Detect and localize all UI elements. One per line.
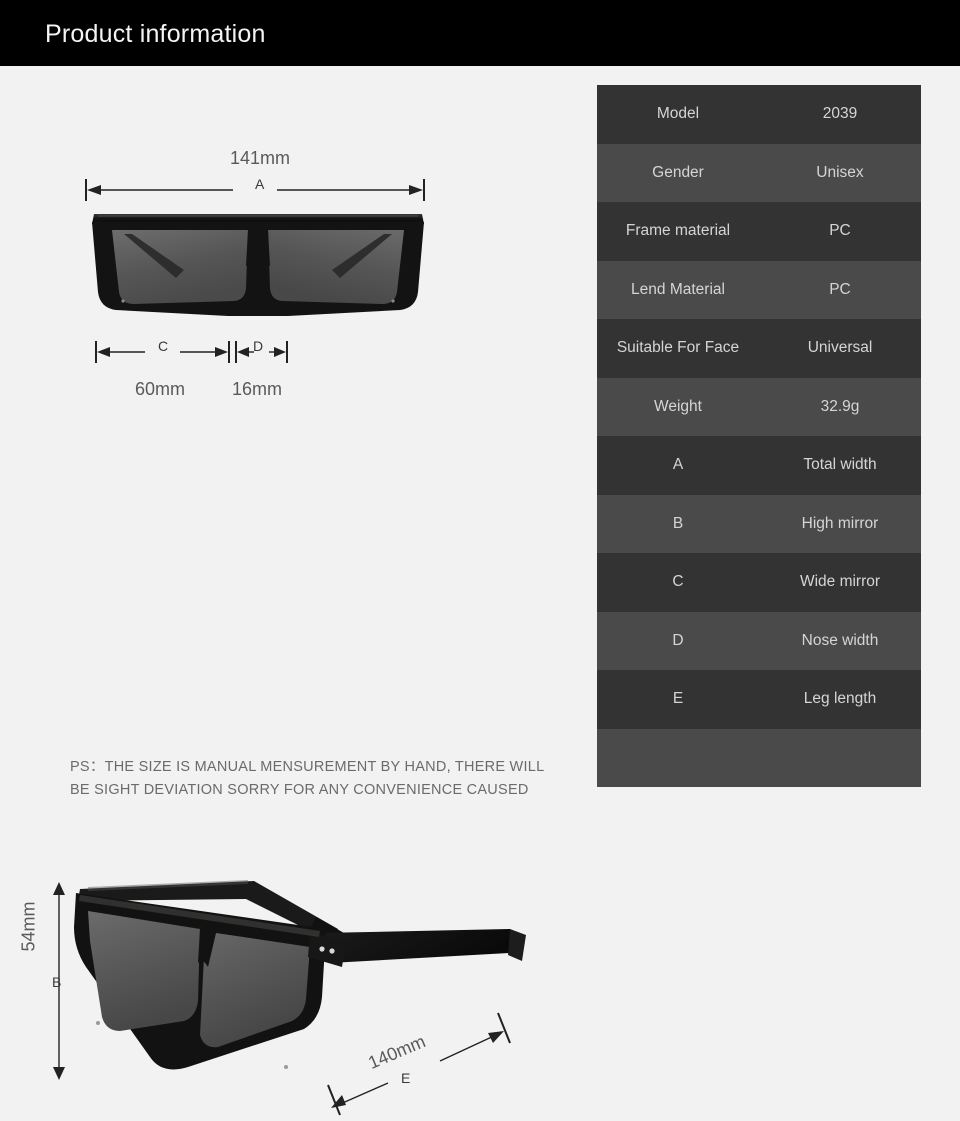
spec-value: Unisex — [759, 143, 921, 202]
side-view-diagram: 54mm B 140mm E — [0, 426, 580, 1116]
table-row: Gender Unisex — [597, 143, 921, 202]
spec-key: D — [597, 611, 759, 670]
table-row: B High mirror — [597, 494, 921, 553]
spec-value: PC — [759, 202, 921, 261]
dimension-label-wide-mirror: 60mm — [135, 379, 186, 399]
spec-key: Weight — [597, 377, 759, 436]
table-row: D Nose width — [597, 611, 921, 670]
table-row: C Wide mirror — [597, 553, 921, 612]
table-row: Suitable For Face Universal — [597, 319, 921, 378]
spec-value: PC — [759, 260, 921, 319]
spec-value: Leg length — [759, 670, 921, 729]
disclaimer-line-2: BE SIGHT DEVIATION SORRY FOR ANY CONVENI… — [70, 782, 529, 798]
spec-key: Gender — [597, 143, 759, 202]
table-row: Weight 32.9g — [597, 377, 921, 436]
front-view-diagram: 141mm A C D 60mm 16mm — [0, 66, 580, 411]
measurement-disclaimer: PS：THE SIZE IS MANUAL MENSUREMENT BY HAN… — [70, 756, 570, 802]
dimension-label-nose-width: 16mm — [232, 379, 283, 399]
spec-value: 2039 — [759, 85, 921, 144]
dimension-letter-d: D — [253, 338, 264, 354]
table-row — [597, 728, 921, 787]
dimension-label-height: 54mm — [18, 901, 39, 952]
table-row: Lend Material PC — [597, 260, 921, 319]
spec-key: Frame material — [597, 202, 759, 261]
spec-value: Wide mirror — [759, 553, 921, 612]
page-header: Product information — [0, 0, 960, 66]
table-row: A Total width — [597, 436, 921, 495]
spec-value — [759, 728, 921, 787]
spec-key — [597, 728, 759, 787]
diagram-panel: 141mm A C D 60mm 16mm 54mm B 140mm E PS：… — [0, 66, 580, 1116]
dimension-letter-a: A — [255, 176, 265, 192]
spec-key: Lend Material — [597, 260, 759, 319]
dimension-letter-c: C — [158, 338, 169, 354]
spec-key: Model — [597, 85, 759, 144]
spec-key: A — [597, 436, 759, 495]
spec-value: Total width — [759, 436, 921, 495]
disclaimer-line-1: PS：THE SIZE IS MANUAL MENSUREMENT BY HAN… — [70, 759, 545, 775]
dimension-letter-e: E — [401, 1070, 411, 1086]
table-row: E Leg length — [597, 670, 921, 729]
spec-value: High mirror — [759, 494, 921, 553]
table-row: Model 2039 — [597, 85, 921, 144]
spec-key: C — [597, 553, 759, 612]
spec-key: Suitable For Face — [597, 319, 759, 378]
page-title: Product information — [45, 20, 266, 48]
dimension-label-total-width: 141mm — [230, 148, 291, 168]
dimension-line-e — [327, 1012, 511, 1116]
spec-key: B — [597, 494, 759, 553]
sunglasses-front-image — [92, 214, 424, 316]
spec-key: E — [597, 670, 759, 729]
spec-value: 32.9g — [759, 377, 921, 436]
specification-table: Model 2039 Gender Unisex Frame material PC … — [597, 85, 921, 787]
table-row: Frame material PC — [597, 202, 921, 261]
specification-table-body: Model 2039 Gender Unisex Frame material PC … — [597, 85, 921, 787]
spec-value: Universal — [759, 319, 921, 378]
spec-value: Nose width — [759, 611, 921, 670]
